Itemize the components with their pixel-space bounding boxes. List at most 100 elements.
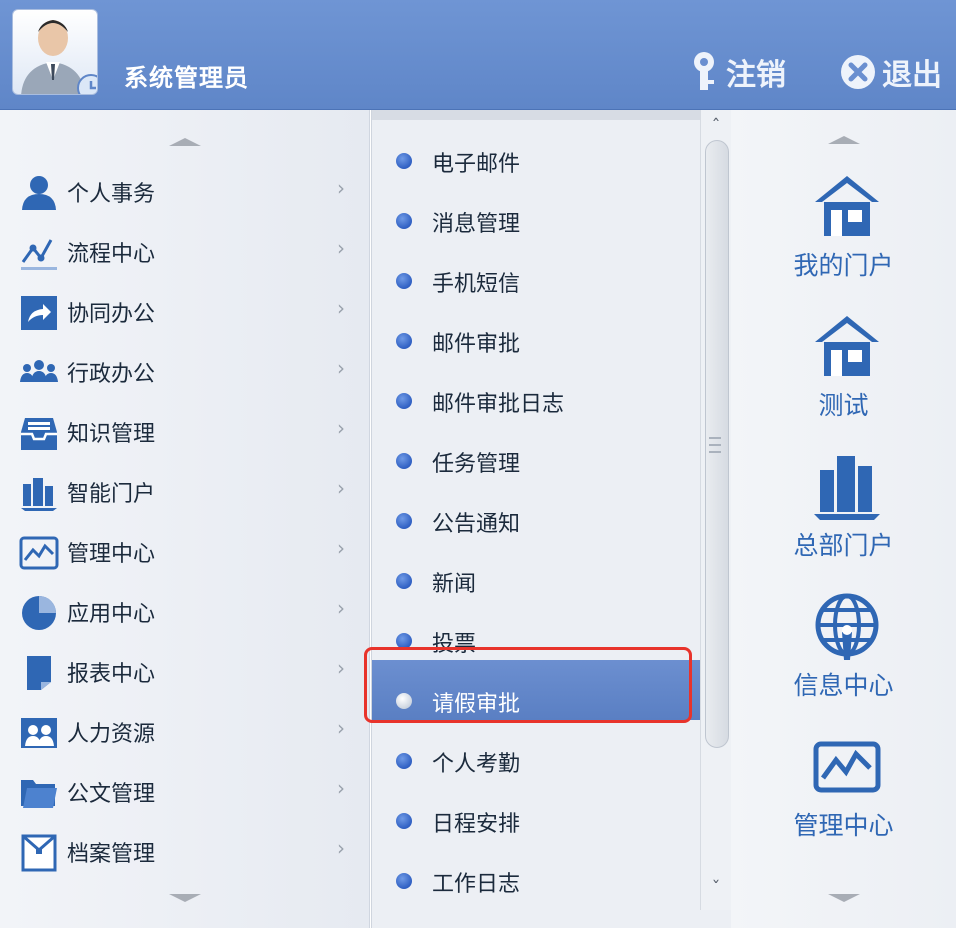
- flow-icon: [21, 239, 57, 270]
- exit-button[interactable]: 退出: [838, 46, 942, 98]
- menu-item-collaboration[interactable]: 协同办公 ›: [0, 282, 370, 338]
- sub-item-label: 手机短信: [432, 272, 521, 297]
- menu-item-label: 管理中心: [67, 542, 156, 567]
- home-icon: [815, 316, 879, 376]
- group-icon: [20, 360, 58, 382]
- sub-item-label: 邮件审批: [432, 332, 521, 357]
- bullet-icon: [396, 393, 412, 409]
- sub-item-label: 电子邮件: [432, 152, 521, 177]
- menu-item-app-center[interactable]: 应用中心 ›: [0, 582, 370, 638]
- report-icon: [27, 656, 51, 690]
- user-avatar[interactable]: [12, 9, 98, 95]
- chart-icon: [813, 741, 881, 793]
- chevron-up-icon[interactable]: ˆ: [707, 118, 725, 136]
- people-icon: [21, 718, 57, 748]
- menu-scroll-down-icon[interactable]: [169, 894, 201, 902]
- menu-item-administration[interactable]: 行政办公 ›: [0, 342, 370, 398]
- sub-item-label: 新闻: [432, 572, 477, 597]
- logout-button[interactable]: 注销: [686, 46, 786, 98]
- portal-panel: 我的门户 测试 总部门户 信息中心 管理中心: [731, 110, 956, 928]
- menu-item-document-management[interactable]: 公文管理 ›: [0, 762, 370, 818]
- key-icon: [694, 52, 714, 90]
- chevron-right-icon: ›: [337, 776, 345, 800]
- sub-item-label: 投票: [432, 632, 477, 657]
- submenu-scrollbar[interactable]: ˆ ˇ: [700, 110, 731, 910]
- chevron-right-icon: ›: [337, 716, 345, 740]
- portal-label: 我的门户: [793, 251, 894, 280]
- menu-item-label: 知识管理: [67, 422, 156, 447]
- sub-item-label: 邮件审批日志: [432, 392, 565, 417]
- sub-item-announcements[interactable]: 公告通知: [372, 480, 702, 540]
- folder-icon: [21, 780, 57, 808]
- home-icon: [815, 176, 879, 236]
- menu-item-label: 智能门户: [67, 482, 156, 507]
- portal-scroll-down-icon[interactable]: [828, 894, 860, 902]
- menu-item-label: 公文管理: [67, 782, 156, 807]
- sub-item-voting[interactable]: 投票: [372, 600, 702, 660]
- sub-item-sms[interactable]: 手机短信: [372, 240, 702, 300]
- menu-item-personal-affairs[interactable]: 个人事务 ›: [0, 162, 370, 218]
- inbox-icon: [21, 418, 57, 450]
- menu-item-management-center[interactable]: 管理中心 ›: [0, 522, 370, 578]
- bullet-icon: [396, 633, 412, 649]
- share-icon: [21, 296, 57, 330]
- portal-info-center[interactable]: 信息中心: [731, 592, 956, 722]
- menu-item-knowledge[interactable]: 知识管理 ›: [0, 402, 370, 458]
- sub-item-mail-approval[interactable]: 邮件审批: [372, 300, 702, 360]
- portal-test[interactable]: 测试: [731, 312, 956, 442]
- header-bar: 系统管理员 注销 退出: [0, 0, 956, 110]
- menu-item-report-center[interactable]: 报表中心 ›: [0, 642, 370, 698]
- sub-item-email[interactable]: 电子邮件: [372, 120, 702, 180]
- menu-item-workflow-center[interactable]: 流程中心 ›: [0, 222, 370, 278]
- sub-item-news[interactable]: 新闻: [372, 540, 702, 600]
- chevron-right-icon: ›: [337, 176, 345, 200]
- grip-icon: [709, 437, 721, 453]
- chevron-right-icon: ›: [337, 656, 345, 680]
- buildings-icon: [21, 478, 57, 511]
- exit-label: 退出: [882, 58, 942, 93]
- portal-my-portal[interactable]: 我的门户: [731, 172, 956, 302]
- portal-headquarters[interactable]: 总部门户: [731, 452, 956, 582]
- sub-item-schedule[interactable]: 日程安排: [372, 780, 702, 840]
- close-icon: [841, 55, 875, 89]
- sub-item-label: 公告通知: [432, 512, 521, 537]
- menu-item-label: 报表中心: [67, 662, 156, 687]
- menu-item-smart-portal[interactable]: 智能门户 ›: [0, 462, 370, 518]
- sub-item-mail-approval-log[interactable]: 邮件审批日志: [372, 360, 702, 420]
- sub-menu: 电子邮件 消息管理 手机短信 邮件审批 邮件审批日志 任务管理 公告通知 新闻 …: [371, 110, 731, 928]
- globe-icon: [815, 593, 879, 660]
- sub-item-label: 任务管理: [432, 452, 521, 477]
- portal-label: 总部门户: [793, 531, 894, 560]
- bullet-icon: [396, 333, 412, 349]
- portal-scroll-up-icon[interactable]: [828, 136, 860, 144]
- menu-item-archive-management[interactable]: 档案管理 ›: [0, 822, 370, 878]
- chart-icon: [19, 536, 59, 570]
- bullet-icon: [396, 693, 412, 709]
- pie-icon: [22, 596, 56, 630]
- menu-scroll-up-icon[interactable]: [169, 138, 201, 146]
- menu-item-label: 行政办公: [67, 362, 156, 387]
- sub-item-label: 请假审批: [432, 692, 521, 717]
- sub-item-label: 日程安排: [432, 812, 521, 837]
- menu-item-human-resources[interactable]: 人力资源 ›: [0, 702, 370, 758]
- clock-icon: [77, 74, 97, 94]
- menu-item-label: 应用中心: [67, 602, 156, 627]
- bullet-icon: [396, 573, 412, 589]
- chevron-right-icon: ›: [337, 476, 345, 500]
- sub-item-messages[interactable]: 消息管理: [372, 180, 702, 240]
- sub-item-task-management[interactable]: 任务管理: [372, 420, 702, 480]
- chevron-down-icon[interactable]: ˇ: [707, 880, 725, 898]
- chevron-right-icon: ›: [337, 596, 345, 620]
- sub-item-leave-approval[interactable]: 请假审批: [372, 660, 702, 720]
- sub-item-label: 消息管理: [432, 212, 521, 237]
- user-name: 系统管理员: [124, 64, 249, 92]
- portal-management-center[interactable]: 管理中心: [731, 732, 956, 862]
- chevron-right-icon: ›: [337, 236, 345, 260]
- bullet-icon: [396, 513, 412, 529]
- logout-label: 注销: [726, 58, 786, 93]
- menu-item-label: 人力资源: [67, 722, 156, 747]
- chevron-right-icon: ›: [337, 536, 345, 560]
- portal-label: 信息中心: [793, 671, 894, 700]
- sub-item-work-log[interactable]: 工作日志: [372, 840, 702, 900]
- sub-item-attendance[interactable]: 个人考勤: [372, 720, 702, 780]
